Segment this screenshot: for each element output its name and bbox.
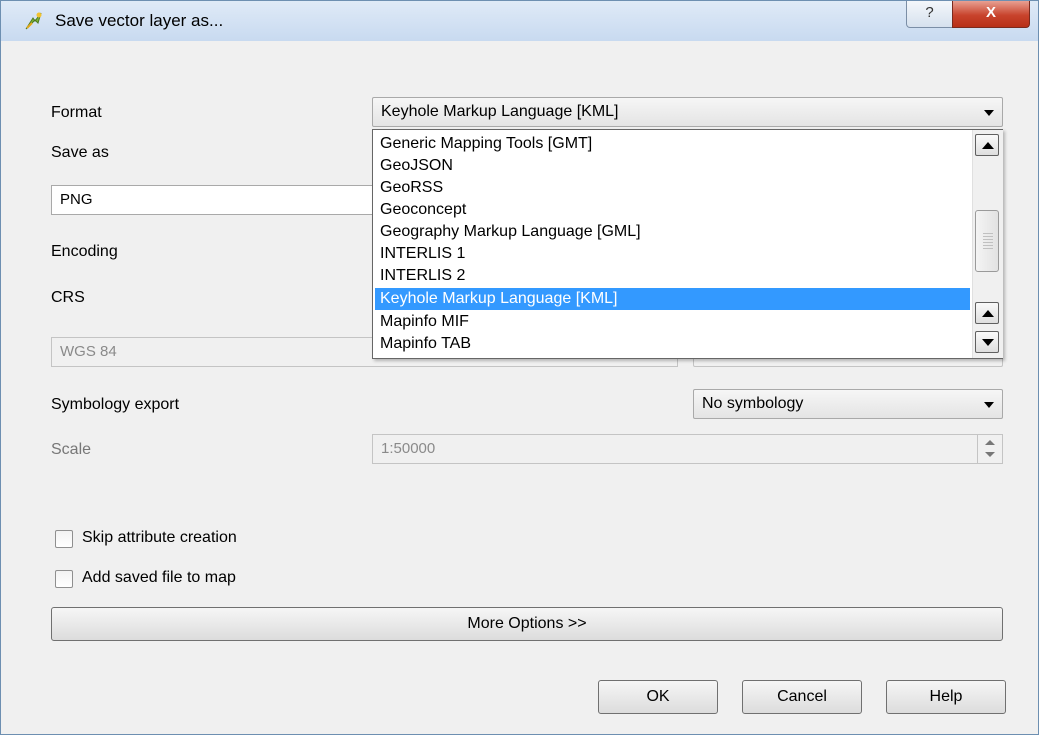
skip-attribute-checkbox[interactable] — [55, 530, 73, 548]
save-as-field[interactable]: PNG — [51, 185, 381, 215]
crs-label: CRS — [51, 289, 85, 306]
scroll-up-icon[interactable] — [975, 134, 999, 156]
list-item[interactable]: INTERLIS 1 — [375, 243, 970, 265]
symbology-label: Symbology export — [51, 396, 180, 413]
list-item[interactable]: Geoconcept — [375, 199, 970, 221]
title-bar[interactable]: Save vector layer as... ? X — [1, 1, 1038, 41]
save-vector-layer-dialog: Save vector layer as... ? X Format Keyho… — [0, 0, 1039, 735]
format-dropdown-list[interactable]: Generic Mapping Tools [GMT] GeoJSON GeoR… — [372, 129, 1003, 359]
list-item[interactable]: Generic Mapping Tools [GMT] — [375, 133, 970, 155]
dropdown-scrollbar[interactable] — [972, 130, 1003, 358]
list-item[interactable]: Geography Markup Language [GML] — [375, 221, 970, 243]
help-icon[interactable]: ? — [906, 1, 953, 28]
skip-attribute-label: Skip attribute creation — [82, 529, 237, 546]
crs-value: WGS 84 — [60, 343, 117, 360]
list-item-selected[interactable]: Keyhole Markup Language [KML] — [375, 288, 970, 310]
chevron-down-icon[interactable] — [976, 390, 1002, 418]
chevron-down-icon[interactable] — [976, 98, 1002, 126]
scroll-down-icon[interactable] — [975, 331, 999, 353]
list-item[interactable]: INTERLIS 2 — [375, 265, 970, 287]
save-as-value: PNG — [60, 191, 93, 208]
more-options-button[interactable]: More Options >> — [51, 607, 1003, 641]
list-item[interactable]: GeoRSS — [375, 177, 970, 199]
list-item[interactable]: Mapinfo MIF — [375, 311, 970, 333]
cancel-button[interactable]: Cancel — [742, 680, 862, 714]
scroll-up-icon[interactable] — [975, 302, 999, 324]
add-to-map-checkbox[interactable] — [55, 570, 73, 588]
qgis-icon — [25, 12, 42, 30]
format-select[interactable]: Keyhole Markup Language [KML] — [372, 97, 1003, 127]
ok-button[interactable]: OK — [598, 680, 718, 714]
scale-value: 1:50000 — [381, 440, 436, 457]
list-item[interactable]: Mapinfo TAB — [375, 333, 970, 355]
symbology-value: No symbology — [702, 395, 804, 412]
format-value: Keyhole Markup Language [KML] — [381, 103, 619, 120]
save-as-label: Save as — [51, 144, 109, 161]
list-item[interactable]: GeoJSON — [375, 155, 970, 177]
format-label: Format — [51, 104, 102, 121]
scale-spinbox: 1:50000 — [372, 434, 1003, 464]
window-title: Save vector layer as... — [55, 11, 224, 30]
add-to-map-label: Add saved file to map — [82, 569, 236, 586]
spin-arrows-icon — [977, 435, 1002, 463]
scale-label: Scale — [51, 441, 92, 458]
scroll-thumb[interactable] — [975, 210, 999, 272]
encoding-label: Encoding — [51, 243, 118, 260]
close-icon[interactable]: X — [952, 1, 1030, 28]
symbology-select[interactable]: No symbology — [693, 389, 1003, 419]
help-button[interactable]: Help — [886, 680, 1006, 714]
